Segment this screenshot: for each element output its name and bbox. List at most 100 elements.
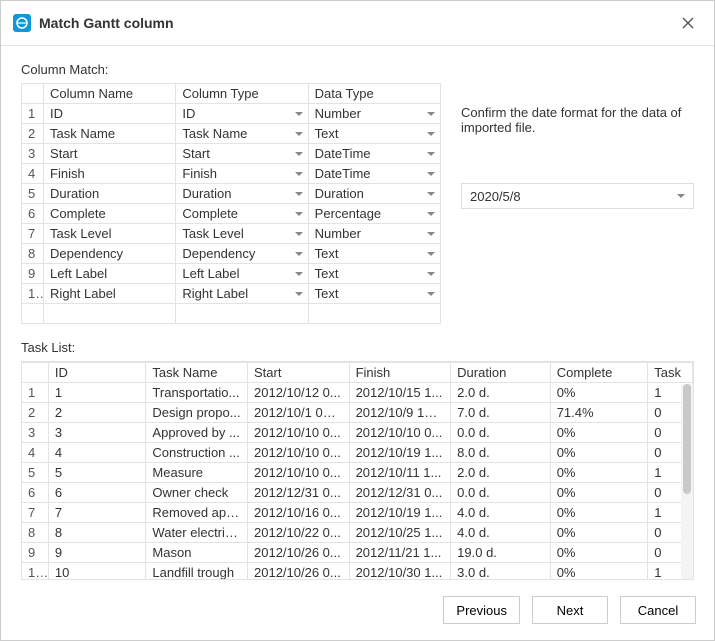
cell-data-type-dropdown[interactable]: Number	[308, 104, 440, 124]
cell-task-name: Mason	[146, 543, 248, 563]
task-row[interactable]: 66Owner check2012/12/31 0...2012/12/31 0…	[22, 483, 693, 503]
row-number: 2	[22, 403, 48, 423]
task-header-duration[interactable]: Duration	[451, 363, 551, 383]
task-row[interactable]: 88Water electric...2012/10/22 0...2012/1…	[22, 523, 693, 543]
chevron-down-icon	[295, 172, 303, 176]
cell-column-type-dropdown[interactable]: Left Label	[176, 264, 308, 284]
cell-complete: 0%	[550, 423, 648, 443]
task-row[interactable]: 11Transportatio...2012/10/12 0...2012/10…	[22, 383, 693, 403]
task-row[interactable]: 22Design propo...2012/10/1 08:...2012/10…	[22, 403, 693, 423]
cell-data-type-dropdown[interactable]: DateTime	[308, 164, 440, 184]
column-match-row[interactable]: 5DurationDurationDuration	[22, 184, 441, 204]
cell-data-type-dropdown[interactable]: Percentage	[308, 204, 440, 224]
cell-data-type-dropdown[interactable]: Text	[308, 244, 440, 264]
task-header-start[interactable]: Start	[248, 363, 350, 383]
cell-complete: 0%	[550, 543, 648, 563]
cell-data-type-dropdown[interactable]: Number	[308, 224, 440, 244]
next-button[interactable]: Next	[532, 596, 608, 624]
row-number: 4	[22, 443, 48, 463]
cell-column-type-dropdown[interactable]: Finish	[176, 164, 308, 184]
task-list-header-row: ID Task Name Start Finish Duration Compl…	[22, 363, 693, 383]
chevron-down-icon	[295, 152, 303, 156]
cell-duration: 4.0 d.	[451, 503, 551, 523]
row-number: 10	[22, 284, 44, 304]
cell-column-type-dropdown[interactable]: Task Level	[176, 224, 308, 244]
row-number: 9	[22, 264, 44, 284]
cell-column-name[interactable]: Start	[44, 144, 176, 164]
task-header-id[interactable]: ID	[48, 363, 146, 383]
cell-start: 2012/10/22 0...	[248, 523, 350, 543]
column-match-row[interactable]: 2Task NameTask NameText	[22, 124, 441, 144]
column-match-row[interactable]: 6CompleteCompletePercentage	[22, 204, 441, 224]
close-button[interactable]	[676, 11, 700, 35]
cancel-button[interactable]: Cancel	[620, 596, 696, 624]
cell-id: 10	[48, 563, 146, 581]
date-format-dropdown[interactable]: 2020/5/8	[461, 183, 694, 209]
upper-panel: Column Name Column Type Data Type 1IDIDN…	[21, 83, 694, 324]
header-data-type[interactable]: Data Type	[308, 84, 440, 104]
cell-column-type-dropdown[interactable]: Right Label	[176, 284, 308, 304]
cell-data-type-dropdown[interactable]: Text	[308, 264, 440, 284]
cell-column-name[interactable]: Duration	[44, 184, 176, 204]
titlebar: Match Gantt column	[1, 1, 714, 46]
chevron-down-icon	[427, 252, 435, 256]
task-header-name[interactable]: Task Name	[146, 363, 248, 383]
cell-column-type-dropdown[interactable]: Duration	[176, 184, 308, 204]
task-row[interactable]: 44Construction ...2012/10/10 0...2012/10…	[22, 443, 693, 463]
cell-duration: 2.0 d.	[451, 463, 551, 483]
column-match-row[interactable]: 10Right LabelRight LabelText	[22, 284, 441, 304]
task-list-scrollbar-thumb[interactable]	[683, 384, 691, 494]
cell-finish: 2012/10/10 0...	[349, 423, 451, 443]
chevron-down-icon	[295, 252, 303, 256]
cell-finish: 2012/11/21 1...	[349, 543, 451, 563]
cell-start: 2012/10/26 0...	[248, 563, 350, 581]
column-match-row[interactable]: 8DependencyDependencyText	[22, 244, 441, 264]
header-blank	[22, 84, 44, 104]
task-header-blank	[22, 363, 48, 383]
cell-column-name[interactable]: ID	[44, 104, 176, 124]
cell-column-type-dropdown[interactable]: Start	[176, 144, 308, 164]
column-match-row[interactable]: 3StartStartDateTime	[22, 144, 441, 164]
cell-column-type-dropdown[interactable]: Task Name	[176, 124, 308, 144]
chevron-down-icon	[427, 112, 435, 116]
task-row[interactable]: 33Approved by ...2012/10/10 0...2012/10/…	[22, 423, 693, 443]
cell-column-name[interactable]: Task Name	[44, 124, 176, 144]
column-match-row[interactable]: 1IDIDNumber	[22, 104, 441, 124]
cell-duration: 4.0 d.	[451, 523, 551, 543]
row-number: 5	[22, 463, 48, 483]
cell-column-name[interactable]: Dependency	[44, 244, 176, 264]
cell-column-name[interactable]: Left Label	[44, 264, 176, 284]
cell-column-name[interactable]: Task Level	[44, 224, 176, 244]
column-match-row[interactable]: 9Left LabelLeft LabelText	[22, 264, 441, 284]
cell-column-type-dropdown[interactable]: Dependency	[176, 244, 308, 264]
column-match-row[interactable]: 7Task LevelTask LevelNumber	[22, 224, 441, 244]
task-row[interactable]: 77Removed app...2012/10/16 0...2012/10/1…	[22, 503, 693, 523]
previous-button[interactable]: Previous	[443, 596, 520, 624]
header-column-type[interactable]: Column Type	[176, 84, 308, 104]
cell-task-name: Design propo...	[146, 403, 248, 423]
task-header-task[interactable]: Task	[648, 363, 693, 383]
cell-id: 2	[48, 403, 146, 423]
cell-column-type-dropdown[interactable]: ID	[176, 104, 308, 124]
cell-column-name[interactable]: Finish	[44, 164, 176, 184]
dialog-title: Match Gantt column	[39, 15, 676, 31]
cell-duration: 0.0 d.	[451, 423, 551, 443]
cell-data-type-dropdown[interactable]: DateTime	[308, 144, 440, 164]
column-match-row[interactable]: 4FinishFinishDateTime	[22, 164, 441, 184]
cell-data-type-dropdown[interactable]: Duration	[308, 184, 440, 204]
row-number: 7	[22, 503, 48, 523]
task-header-complete[interactable]: Complete	[550, 363, 648, 383]
cell-finish: 2012/12/31 0...	[349, 483, 451, 503]
cell-column-type-dropdown[interactable]: Complete	[176, 204, 308, 224]
cell-data-type-dropdown[interactable]: Text	[308, 284, 440, 304]
task-row[interactable]: 1010Landfill trough2012/10/26 0...2012/1…	[22, 563, 693, 581]
task-row[interactable]: 55Measure2012/10/10 0...2012/10/11 1...2…	[22, 463, 693, 483]
task-row[interactable]: 99Mason2012/10/26 0...2012/11/21 1...19.…	[22, 543, 693, 563]
task-header-finish[interactable]: Finish	[349, 363, 451, 383]
cell-column-name[interactable]: Right Label	[44, 284, 176, 304]
cell-data-type-dropdown[interactable]: Text	[308, 124, 440, 144]
chevron-down-icon	[427, 132, 435, 136]
header-column-name[interactable]: Column Name	[44, 84, 176, 104]
task-list-scrollbar[interactable]	[681, 384, 693, 579]
cell-column-name[interactable]: Complete	[44, 204, 176, 224]
